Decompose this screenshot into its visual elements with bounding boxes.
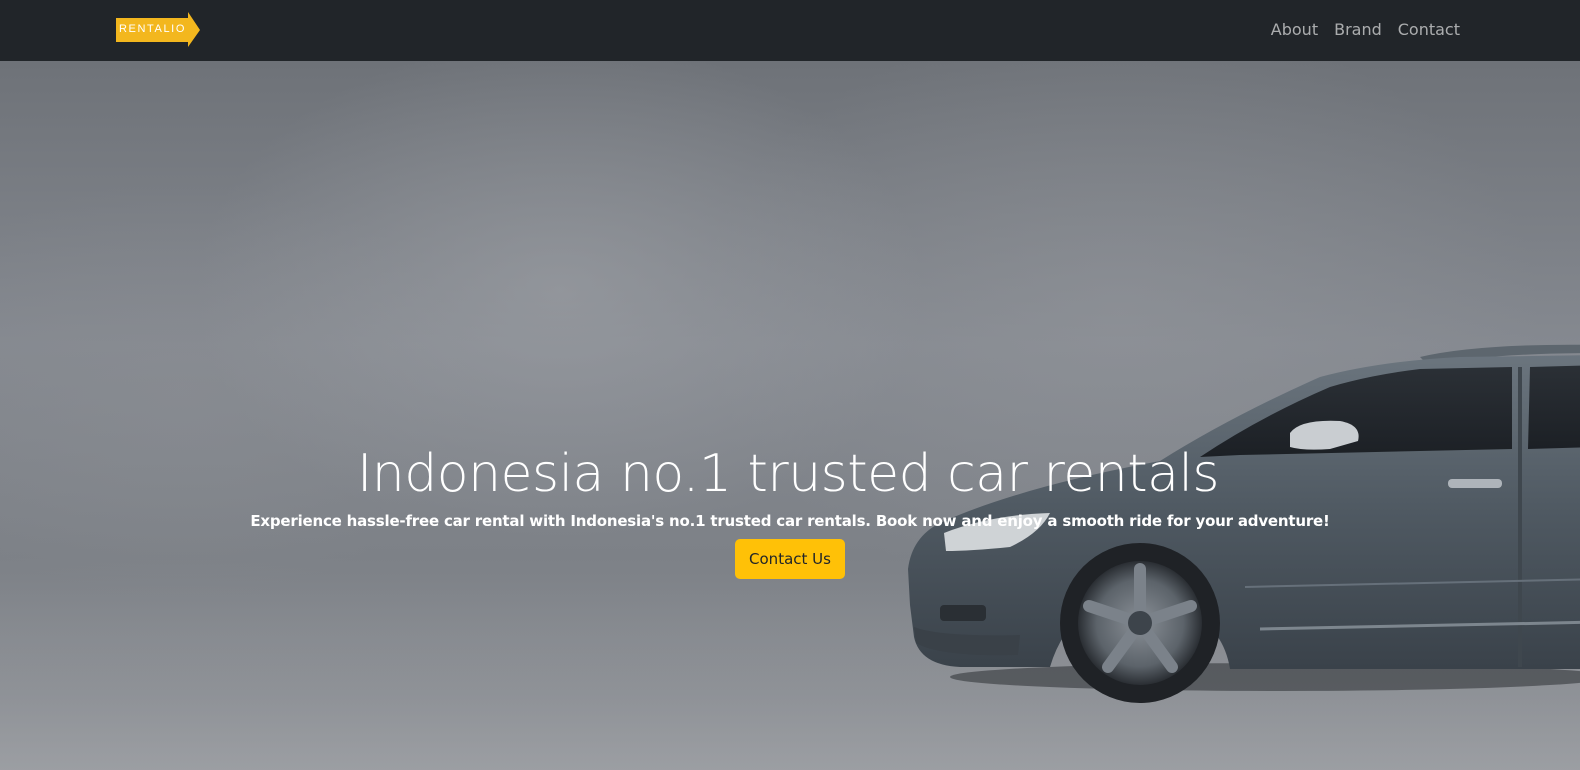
hero-subtitle: Experience hassle-free car rental with I… bbox=[250, 512, 1330, 530]
top-navbar: RENTALIO About Brand Contact bbox=[0, 0, 1580, 61]
nav-link-about[interactable]: About bbox=[1271, 18, 1318, 42]
brand-logo[interactable]: RENTALIO bbox=[116, 12, 202, 48]
nav-link-brand[interactable]: Brand bbox=[1334, 18, 1382, 42]
contact-us-button[interactable]: Contact Us bbox=[735, 539, 845, 579]
nav-links: About Brand Contact bbox=[1271, 18, 1460, 42]
nav-link-contact[interactable]: Contact bbox=[1398, 18, 1460, 42]
hero-section: Indonesia no.1 trusted car rentals Exper… bbox=[0, 61, 1580, 770]
hero-title: Indonesia no.1 trusted car rentals bbox=[356, 444, 1220, 504]
brand-text: RENTALIO bbox=[119, 23, 186, 35]
hero-content: Indonesia no.1 trusted car rentals Exper… bbox=[0, 441, 1580, 579]
